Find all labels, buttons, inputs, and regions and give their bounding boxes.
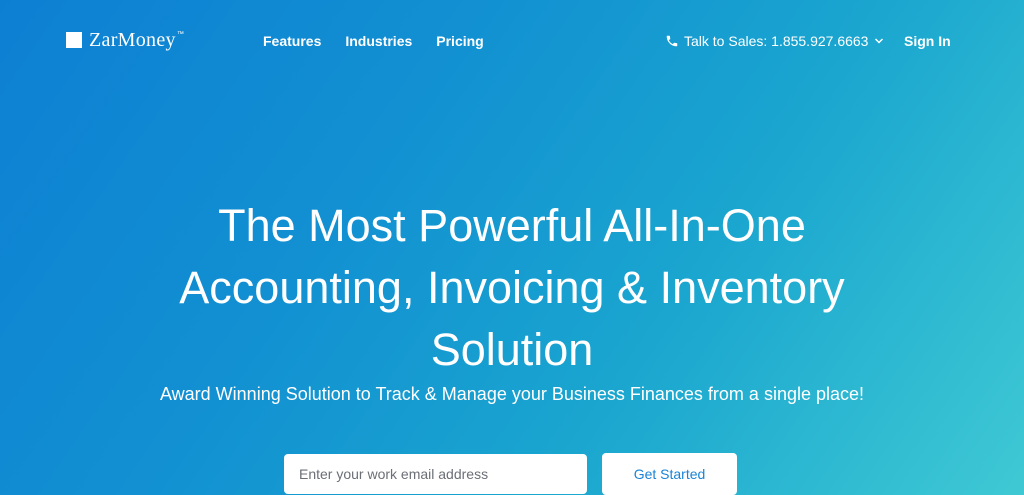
talk-to-sales-label: Talk to Sales: 1.855.927.6663 <box>684 33 869 49</box>
hero-title-line: Accounting, Invoicing & Inventory <box>179 262 845 313</box>
logo-square-icon <box>66 32 82 48</box>
work-email-input[interactable] <box>284 454 587 494</box>
get-started-button[interactable]: Get Started <box>602 453 737 495</box>
nav-pricing-link[interactable]: Pricing <box>436 33 483 49</box>
phone-icon <box>666 35 678 47</box>
nav-industries-link[interactable]: Industries <box>345 33 412 49</box>
trademark-symbol: ™ <box>176 31 184 38</box>
hero-subtitle: Award Winning Solution to Track & Manage… <box>159 384 865 404</box>
talk-to-sales-dropdown[interactable]: Talk to Sales: 1.855.927.6663 <box>665 33 884 49</box>
hero-title-line: Solution <box>430 324 594 375</box>
zarmoney-logo[interactable]: ZarMoney ™ <box>66 30 184 50</box>
logo-text: ZarMoney <box>89 29 176 51</box>
top-navigation: ZarMoney ™ Features Industries Pricing T… <box>0 0 1024 80</box>
hero-title: The Most Powerful All-In-One Accounting,… <box>0 195 1024 381</box>
hero-title-line: The Most Powerful All-In-One <box>218 200 806 251</box>
nav-features-link[interactable]: Features <box>263 33 321 49</box>
sign-in-link[interactable]: Sign In <box>904 33 951 49</box>
main-menu: Features Industries Pricing <box>263 33 508 49</box>
chevron-down-icon <box>875 38 884 44</box>
